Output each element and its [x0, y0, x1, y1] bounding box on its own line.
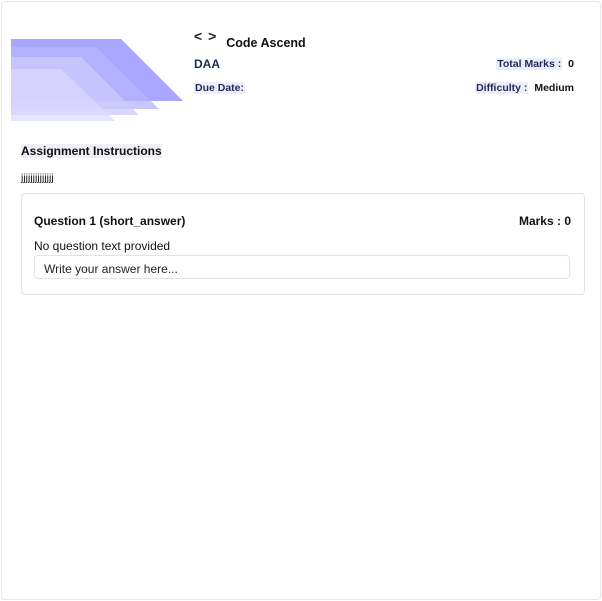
instructions-title: Assignment Instructions — [21, 144, 162, 158]
difficulty-label: Difficulty : — [475, 82, 529, 94]
assignment-page: < > Code Ascend DAA Due Date: Total Mark… — [1, 1, 601, 600]
due-date-label: Due Date: — [194, 82, 246, 94]
answer-input[interactable] — [34, 255, 570, 279]
instructions-text: jjjjjjjjjjjjjj — [21, 172, 54, 184]
course-name: DAA — [194, 57, 220, 71]
question-card: Question 1 (short_answer) Marks : 0 No q… — [21, 193, 585, 295]
difficulty: Difficulty : Medium — [475, 82, 574, 94]
total-marks: Total Marks : 0 — [496, 58, 574, 70]
brand: < > Code Ascend — [194, 29, 306, 50]
brand-name: Code Ascend — [226, 36, 306, 50]
header-banner-graphic — [11, 39, 183, 121]
total-marks-label: Total Marks : — [496, 58, 563, 70]
instructions-title-text: Assignment Instructions — [21, 144, 162, 158]
question-title: Question 1 (short_answer) — [34, 214, 186, 228]
difficulty-value: Medium — [534, 82, 574, 94]
question-marks: Marks : 0 — [518, 214, 571, 228]
code-icon: < > — [194, 28, 218, 44]
total-marks-value: 0 — [568, 58, 574, 70]
due-date: Due Date: — [194, 82, 246, 94]
question-text: No question text provided — [34, 239, 171, 253]
